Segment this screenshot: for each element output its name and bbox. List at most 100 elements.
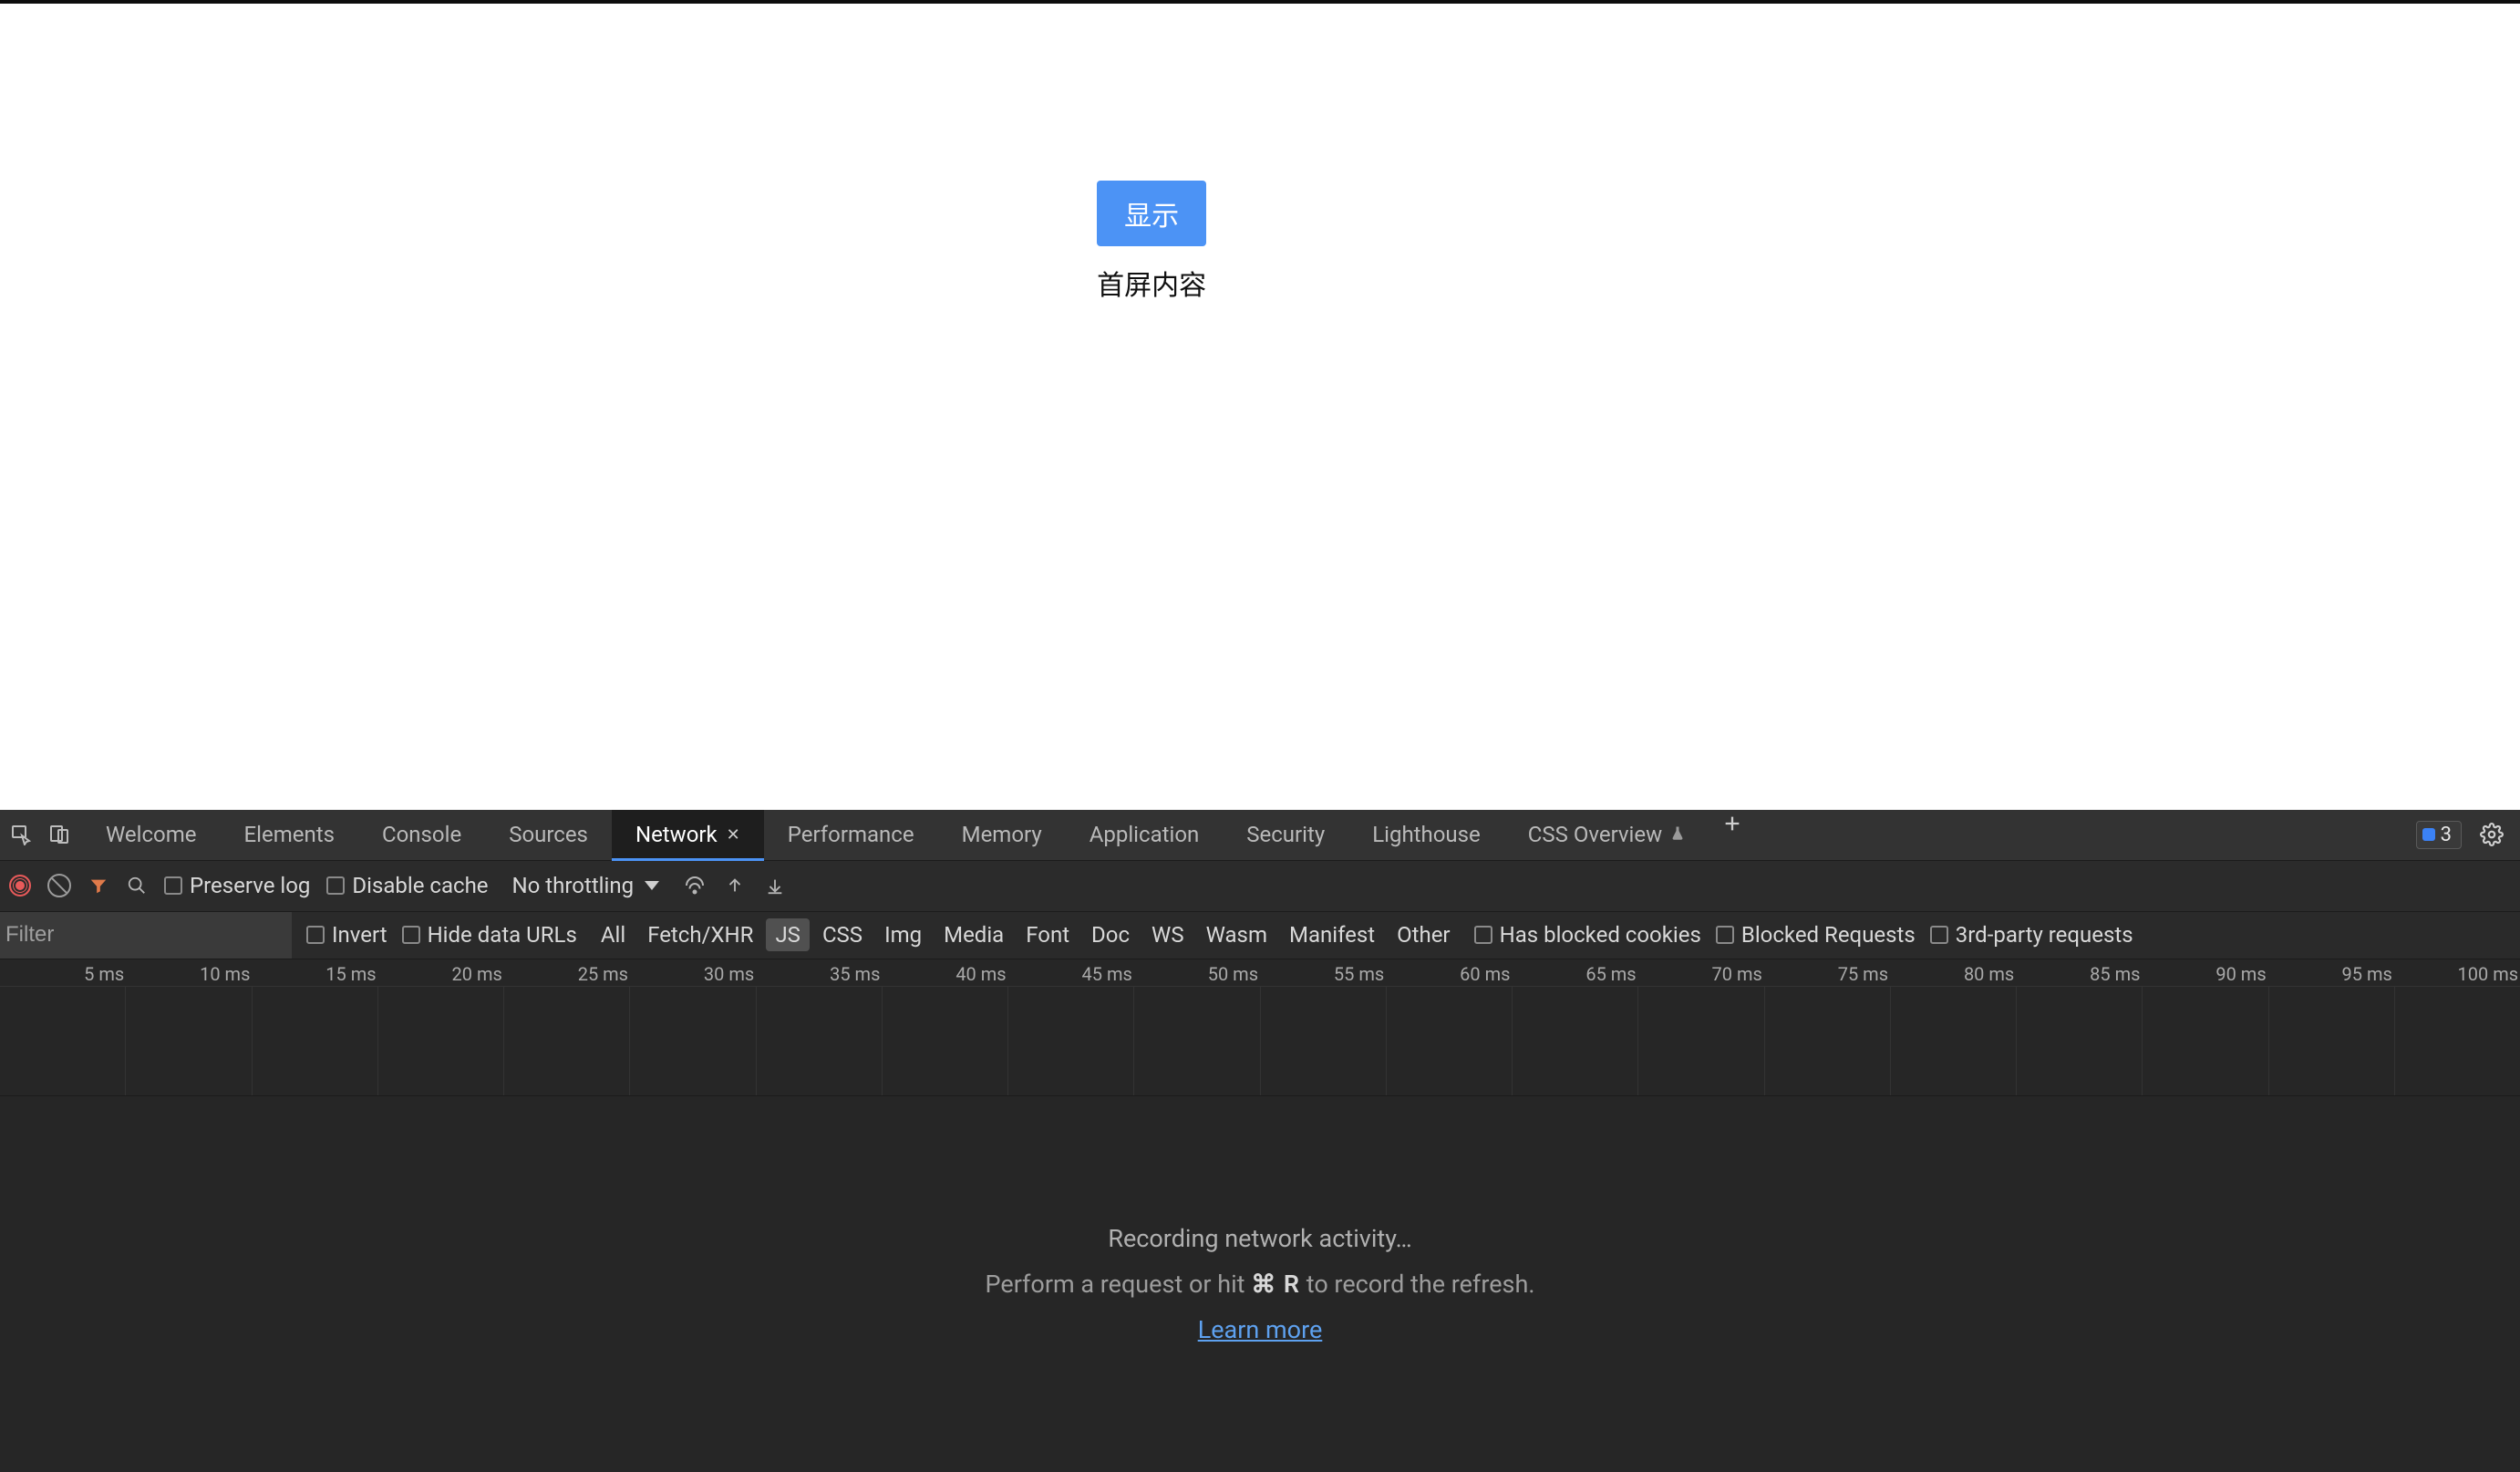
timeline-tick: 60 ms [1386,959,1512,986]
timeline-tick: 5 ms [0,959,126,986]
messages-dot-icon [2422,828,2435,841]
network-conditions-icon[interactable] [683,874,707,897]
tabstrip-right: 3 [2401,810,2520,860]
devtools-tabstrip: Welcome Elements Console Sources Network… [0,810,2520,861]
timeline-tick: 15 ms [252,959,377,986]
third-party-label: 3rd-party requests [1956,922,2133,948]
messages-count: 3 [2441,824,2452,846]
checkbox-icon [1930,926,1948,944]
type-filter-js[interactable]: JS [766,918,810,951]
learn-more-link[interactable]: Learn more [1198,1315,1323,1344]
disable-cache-checkbox[interactable]: Disable cache [326,873,488,898]
tab-performance[interactable]: Performance [764,810,938,860]
page-content: 显示 首屏内容 [1097,181,1206,303]
tab-security[interactable]: Security [1223,810,1348,860]
search-icon[interactable] [126,875,148,897]
timeline-tick: 30 ms [630,959,756,986]
checkbox-icon [402,926,420,944]
timeline-lanes [0,987,2520,1095]
timeline-tick: 50 ms [1134,959,1260,986]
checkbox-icon [306,926,325,944]
timeline-ruler: 5 ms 10 ms 15 ms 20 ms 25 ms 30 ms 35 ms… [0,959,2520,987]
throttling-value: No throttling [512,873,635,898]
tab-network[interactable]: Network ✕ [612,810,764,860]
timeline-tick: 70 ms [1638,959,1764,986]
blocked-requests-label: Blocked Requests [1741,922,1916,948]
tab-memory[interactable]: Memory [938,810,1066,860]
show-button[interactable]: 显示 [1097,181,1206,246]
checkbox-icon [1474,926,1492,944]
devtools-panel: Welcome Elements Console Sources Network… [0,810,2520,1472]
preserve-log-label: Preserve log [190,873,310,898]
empty-line2-pre: Perform a request or hit [986,1270,1252,1299]
type-filter-doc[interactable]: Doc [1082,918,1139,951]
timeline-tick: 65 ms [1512,959,1637,986]
blocked-requests-checkbox[interactable]: Blocked Requests [1716,922,1916,948]
tab-elements[interactable]: Elements [221,810,358,860]
settings-icon[interactable] [2478,821,2505,848]
invert-checkbox[interactable]: Invert [306,922,387,948]
type-filter-all[interactable]: All [592,918,635,951]
tab-lighthouse[interactable]: Lighthouse [1348,810,1504,860]
type-filter-font[interactable]: Font [1017,918,1079,951]
filter-toggle-icon[interactable] [88,875,109,897]
timeline-tick: 35 ms [756,959,882,986]
timeline-tick: 80 ms [1890,959,2016,986]
hide-data-urls-checkbox[interactable]: Hide data URLs [402,922,577,948]
type-filter-other[interactable]: Other [1388,918,1459,951]
timeline-tick: 95 ms [2268,959,2394,986]
tab-sources[interactable]: Sources [485,810,612,860]
timeline-tick: 20 ms [378,959,504,986]
tab-console[interactable]: Console [358,810,485,860]
empty-line1: Recording network activity… [1108,1224,1411,1253]
network-timeline[interactable]: 5 ms 10 ms 15 ms 20 ms 25 ms 30 ms 35 ms… [0,959,2520,1096]
timeline-tick: 100 ms [2394,959,2520,986]
type-filter-media[interactable]: Media [935,918,1013,951]
throttling-select[interactable]: No throttling [505,871,667,900]
type-filter-ws[interactable]: WS [1142,918,1193,951]
devtools-tabs: Welcome Elements Console Sources Network… [82,810,1746,860]
timeline-tick: 90 ms [2142,959,2267,986]
type-filter-fetchxhr[interactable]: Fetch/XHR [638,918,762,951]
close-icon[interactable]: ✕ [727,825,740,845]
tab-welcome[interactable]: Welcome [82,810,221,860]
third-party-checkbox[interactable]: 3rd-party requests [1930,922,2133,948]
record-button[interactable] [9,875,31,897]
hide-data-urls-label: Hide data URLs [428,922,577,948]
network-toolbar: Preserve log Disable cache No throttling [0,861,2520,912]
timeline-tick: 10 ms [126,959,252,986]
timeline-tick: 75 ms [1764,959,1890,986]
has-blocked-cookies-label: Has blocked cookies [1500,922,1701,948]
preserve-log-checkbox[interactable]: Preserve log [164,873,310,898]
has-blocked-cookies-checkbox[interactable]: Has blocked cookies [1474,922,1701,948]
tab-network-label: Network [635,822,718,847]
type-filter-manifest[interactable]: Manifest [1280,918,1384,951]
network-empty-state: Recording network activity… Perform a re… [0,1096,2520,1472]
type-filter-wasm[interactable]: Wasm [1197,918,1276,951]
page-text: 首屏内容 [1097,263,1206,303]
checkbox-icon [1716,926,1734,944]
type-filters: All Fetch/XHR JS CSS Img Media Font Doc … [592,918,1460,951]
tab-css-overview-label: CSS Overview [1528,822,1662,847]
checkbox-icon [326,876,345,895]
tab-css-overview[interactable]: CSS Overview [1504,810,1709,860]
more-tabs-icon[interactable] [1719,810,1746,837]
caret-down-icon [645,881,659,890]
empty-line2-post: to record the refresh. [1300,1270,1534,1299]
device-toggle-icon[interactable] [47,822,73,847]
tab-application[interactable]: Application [1066,810,1224,860]
timeline-tick: 85 ms [2016,959,2142,986]
kbd-shortcut: ⌘ R [1251,1270,1300,1299]
messages-badge[interactable]: 3 [2416,821,2462,849]
type-filter-css[interactable]: CSS [813,918,872,951]
tabstrip-left [0,810,82,860]
type-filter-img[interactable]: Img [875,918,931,951]
filter-input[interactable] [0,912,292,959]
disable-cache-label: Disable cache [352,873,488,898]
timeline-tick: 55 ms [1260,959,1386,986]
clear-button[interactable] [47,874,71,897]
inspect-element-icon[interactable] [9,822,35,847]
timeline-tick: 45 ms [1008,959,1134,986]
import-har-icon[interactable] [763,874,787,897]
export-har-icon[interactable] [723,874,747,897]
